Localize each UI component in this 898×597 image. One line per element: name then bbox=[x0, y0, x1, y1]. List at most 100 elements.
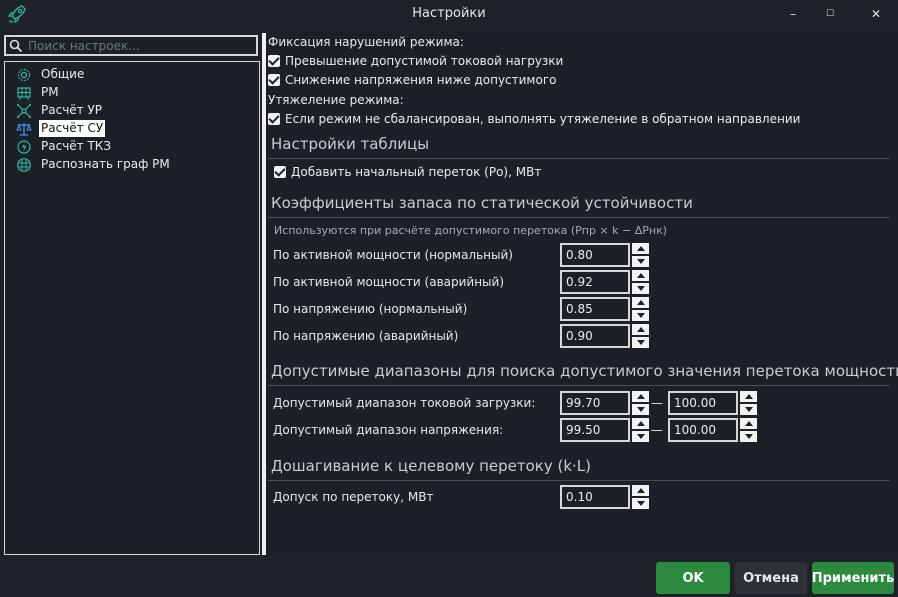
coef-spinbox-active-normal[interactable]: 0.80 bbox=[560, 243, 649, 267]
coef-label-active-normal: По активной мощности (нормальный) bbox=[273, 248, 513, 262]
weighting-label: Утяжеление режима: bbox=[268, 93, 404, 107]
maximize-button[interactable]: ☐ bbox=[817, 4, 843, 24]
tree-item-label: Общие bbox=[41, 67, 85, 81]
spinbox-value[interactable]: 0.92 bbox=[560, 270, 630, 294]
grid-icon bbox=[15, 85, 33, 101]
coefficients-note: Используются при расчёте допустимого пер… bbox=[274, 224, 668, 237]
tree-item-label: Расчёт УР bbox=[41, 103, 103, 117]
coef-label-active-emergency: По активной мощности (аварийный) bbox=[273, 275, 505, 289]
range-to-spinbox-current[interactable]: 100.00 bbox=[668, 391, 757, 415]
stability-coefficients-heading: Коэффициенты запаса по статической устой… bbox=[271, 194, 693, 212]
voltage-drop-checkbox[interactable]: Снижение напряжения ниже допустимого bbox=[268, 72, 556, 88]
reverse-weighting-checkbox[interactable]: Если режим не сбалансирован, выполнять у… bbox=[268, 111, 800, 127]
tree-item-su-calc[interactable]: Расчёт СУ bbox=[15, 120, 106, 137]
range-separator: — bbox=[651, 423, 663, 437]
spinbox-value[interactable]: 0.80 bbox=[560, 243, 630, 267]
section-divider bbox=[268, 158, 890, 159]
spin-down-icon[interactable] bbox=[632, 310, 649, 321]
settings-tree: Общие РМ Расчёт УР Расчёт СУ Расчёт ТКЗ bbox=[4, 61, 260, 555]
coef-label-voltage-emergency: По напряжению (аварийный) bbox=[273, 329, 459, 343]
range-from-spinbox-current[interactable]: 99.70 bbox=[560, 391, 649, 415]
spinbox-value[interactable]: 99.50 bbox=[560, 418, 630, 442]
range-label-voltage: Допустимый диапазон напряжения: bbox=[273, 423, 504, 437]
spin-down-icon[interactable] bbox=[632, 404, 649, 415]
search-box[interactable] bbox=[4, 35, 258, 56]
tree-item-rm[interactable]: РМ bbox=[15, 84, 61, 101]
spin-up-icon[interactable] bbox=[632, 270, 649, 281]
range-from-spinbox-voltage[interactable]: 99.50 bbox=[560, 418, 649, 442]
title-bar: Настройки – ☐ ✕ bbox=[0, 0, 898, 28]
spinbox-value[interactable]: 100.00 bbox=[668, 418, 738, 442]
spin-down-icon[interactable] bbox=[740, 404, 757, 415]
spinbox-value[interactable]: 99.70 bbox=[560, 391, 630, 415]
graph-icon bbox=[15, 157, 33, 173]
spin-down-icon[interactable] bbox=[632, 431, 649, 442]
spinbox-value[interactable]: 0.10 bbox=[560, 485, 630, 509]
ranges-heading: Допустимые диапазоны для поиска допустим… bbox=[271, 362, 898, 380]
lightning-icon bbox=[15, 139, 33, 155]
reverse-weighting-checkbox-label: Если режим не сбалансирован, выполнять у… bbox=[285, 112, 801, 126]
gear-icon bbox=[15, 67, 33, 83]
search-input[interactable] bbox=[28, 38, 254, 53]
window-title: Настройки bbox=[412, 6, 486, 21]
table-settings-heading: Настройки таблицы bbox=[271, 135, 430, 153]
section-divider bbox=[268, 385, 890, 386]
scales-icon bbox=[15, 121, 33, 137]
coef-spinbox-active-emergency[interactable]: 0.92 bbox=[560, 270, 649, 294]
settings-content: Фиксация нарушений режима: Превышение до… bbox=[266, 33, 898, 555]
spin-down-icon[interactable] bbox=[632, 283, 649, 294]
spin-down-icon[interactable] bbox=[632, 256, 649, 267]
minimize-button[interactable]: – bbox=[780, 4, 806, 24]
checkbox-checked[interactable] bbox=[268, 74, 280, 86]
range-to-spinbox-voltage[interactable]: 100.00 bbox=[668, 418, 757, 442]
range-label-current: Допустимый диапазон токовой загрузки: bbox=[273, 396, 536, 410]
range-separator: — bbox=[651, 396, 663, 410]
spin-down-icon[interactable] bbox=[740, 431, 757, 442]
coef-spinbox-voltage-emergency[interactable]: 0.90 bbox=[560, 324, 649, 348]
dialog-footer: OK Отмена Применить bbox=[0, 555, 898, 597]
spin-up-icon[interactable] bbox=[740, 391, 757, 402]
spinbox-value[interactable]: 0.90 bbox=[560, 324, 630, 348]
cancel-button[interactable]: Отмена bbox=[735, 562, 807, 594]
spinbox-value[interactable]: 0.85 bbox=[560, 297, 630, 321]
apply-button[interactable]: Применить bbox=[812, 562, 894, 594]
tree-item-label: Распознать граф РМ bbox=[41, 157, 170, 171]
initial-flow-checkbox[interactable]: Добавить начальный переток (Ро), МВт bbox=[274, 164, 541, 180]
checkbox-checked[interactable] bbox=[268, 55, 280, 67]
tree-item-label: РМ bbox=[41, 85, 59, 99]
step-heading: Дошагивание к целевому перетоку (k·L) bbox=[271, 457, 592, 475]
spin-down-icon[interactable] bbox=[632, 498, 649, 509]
spinbox-value[interactable]: 100.00 bbox=[668, 391, 738, 415]
violations-label: Фиксация нарушений режима: bbox=[268, 35, 464, 49]
settings-navigation: Общие РМ Расчёт УР Расчёт СУ Расчёт ТКЗ bbox=[0, 33, 262, 555]
spin-up-icon[interactable] bbox=[632, 243, 649, 254]
tolerance-label: Допуск по перетоку, МВт bbox=[273, 490, 434, 504]
overload-checkbox[interactable]: Превышение допустимой токовой нагрузки bbox=[268, 53, 563, 69]
ok-button[interactable]: OK bbox=[656, 562, 730, 594]
tree-item-label: Расчёт ТКЗ bbox=[41, 139, 112, 153]
voltage-drop-checkbox-label: Снижение напряжения ниже допустимого bbox=[285, 73, 557, 87]
spin-up-icon[interactable] bbox=[632, 485, 649, 496]
tolerance-spinbox[interactable]: 0.10 bbox=[560, 485, 649, 509]
section-divider bbox=[268, 217, 890, 218]
overload-checkbox-label: Превышение допустимой токовой нагрузки bbox=[285, 54, 564, 68]
close-button[interactable]: ✕ bbox=[863, 4, 889, 24]
tree-item-recognize-graph[interactable]: Распознать граф РМ bbox=[15, 156, 172, 173]
tree-item-general[interactable]: Общие bbox=[15, 66, 86, 83]
spin-up-icon[interactable] bbox=[740, 418, 757, 429]
coef-spinbox-voltage-normal[interactable]: 0.85 bbox=[560, 297, 649, 321]
spin-up-icon[interactable] bbox=[632, 391, 649, 402]
coef-label-voltage-normal: По напряжению (нормальный) bbox=[273, 302, 468, 316]
spin-up-icon[interactable] bbox=[632, 418, 649, 429]
spin-down-icon[interactable] bbox=[632, 337, 649, 348]
initial-flow-checkbox-label: Добавить начальный переток (Ро), МВт bbox=[291, 165, 542, 179]
search-icon bbox=[9, 39, 23, 53]
tree-item-ur-calc[interactable]: Расчёт УР bbox=[15, 102, 104, 119]
checkbox-checked[interactable] bbox=[274, 166, 286, 178]
checkbox-checked[interactable] bbox=[268, 113, 280, 125]
network-icon bbox=[15, 103, 33, 119]
spin-up-icon[interactable] bbox=[632, 324, 649, 335]
section-divider bbox=[268, 480, 890, 481]
tree-item-tkz-calc[interactable]: Расчёт ТКЗ bbox=[15, 138, 113, 155]
spin-up-icon[interactable] bbox=[632, 297, 649, 308]
